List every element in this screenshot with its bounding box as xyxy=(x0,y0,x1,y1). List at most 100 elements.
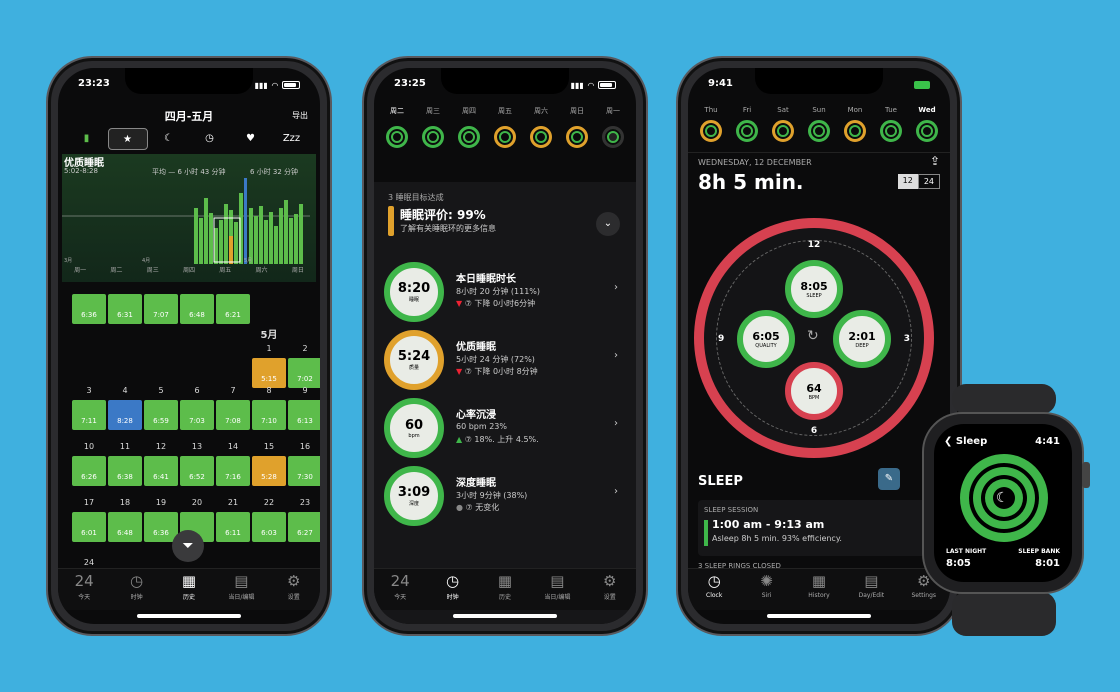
quality-ring[interactable]: 6:05 QUALITY xyxy=(737,310,795,368)
calendar-day[interactable]: 6:38 xyxy=(108,456,142,486)
sleep-session-card[interactable]: SLEEP SESSION 1:00 am - 9:13 am Asleep 8… xyxy=(698,500,940,556)
metric-row[interactable]: 60 bpm 心率沉浸 60 bpm 23% ▲ ⑦ 18%. 上升 4.5%. › xyxy=(384,398,622,464)
calendar-grid[interactable]: 6:36 6:31 7:07 6:48 6:21 5月 1 2 5:15 7:02 3 7:11 4 8:… xyxy=(58,68,320,608)
calendar-day[interactable]: 6:36 xyxy=(72,294,106,324)
bpm-ring[interactable]: 64 BPM xyxy=(785,362,843,420)
tab-settings[interactable]: ⚙ 设置 xyxy=(585,569,635,610)
tab-history[interactable]: ▦ 历史 xyxy=(480,569,530,610)
tab-day-edit[interactable]: ▤ 当日/编辑 xyxy=(532,569,582,610)
calendar-day[interactable]: 6:27 xyxy=(288,512,320,542)
tab-day-edit[interactable]: ▤ Day/Edit xyxy=(846,569,896,610)
day-ring[interactable] xyxy=(916,120,938,142)
tab-clock[interactable]: ◷ 时钟 xyxy=(428,569,478,610)
calendar-day[interactable]: 6:03 xyxy=(252,512,286,542)
sleep-heading: SLEEP xyxy=(698,474,743,489)
calendar-day[interactable]: 6:52 xyxy=(180,456,214,486)
metric-row[interactable]: 3:09 深度 深度睡眠 3小时 9分钟 (38%) ● ⑦ 无变化 › xyxy=(384,466,622,532)
chevron-right-icon: › xyxy=(614,350,618,361)
calendar-day[interactable]: 5:28 xyxy=(252,456,286,486)
tab-clock[interactable]: ◷ 时钟 xyxy=(112,569,162,610)
sleep-clock-dial[interactable]: 12 3 6 9 8:05 SLEEP 6:05 QUALITY 2:01 DEEP … xyxy=(694,218,934,458)
day-ring[interactable] xyxy=(386,126,408,148)
calendar-day[interactable]: 7:30 xyxy=(288,456,320,486)
edit-calendar-icon: ▤ xyxy=(234,572,249,590)
tab-siri[interactable]: ✺ Siri xyxy=(742,569,792,610)
sleep-ring[interactable]: 8:05 SLEEP xyxy=(785,260,843,318)
deep-ring[interactable]: 2:01 DEEP xyxy=(833,310,891,368)
phone-clock-en: 9:41 Thu Fri Sat Sun Mon Tue Wed WEDNESDAY, 12… xyxy=(676,56,962,636)
tab-history[interactable]: ▦ 历史 xyxy=(164,569,214,610)
tab-history[interactable]: ▦ History xyxy=(794,569,844,610)
calendar-day[interactable]: 7:11 xyxy=(72,400,106,430)
day-ring[interactable] xyxy=(808,120,830,142)
calendar-day[interactable]: 6:41 xyxy=(144,456,178,486)
calendar-day[interactable]: 6:26 xyxy=(72,456,106,486)
day-ring[interactable] xyxy=(844,120,866,142)
metric-detail: 5小时 24 分钟 (72%) xyxy=(456,355,535,364)
metric-row[interactable]: 8:20 睡眠 本日睡眠时长 8小时 20 分钟 (111%) ▼ ⑦ 下降 0小时6分… xyxy=(384,262,622,328)
metric-change: ▼ ⑦ 下降 0小时6分钟 xyxy=(456,298,535,309)
calendar-day[interactable]: 6:01 xyxy=(72,512,106,542)
chevron-down-icon[interactable]: ⌄ xyxy=(596,212,620,236)
tab-day-edit[interactable]: ▤ 当日/编辑 xyxy=(216,569,266,610)
calendar-day[interactable]: 8:28 xyxy=(108,400,142,430)
metric-row[interactable]: 5:24 质量 优质睡眠 5小时 24 分钟 (72%) ▼ ⑦ 下降 0小时 8分钟 › xyxy=(384,330,622,396)
home-indicator xyxy=(767,614,871,618)
calendar-day[interactable]: 7:02 xyxy=(288,358,320,388)
filter-icon[interactable]: ⏷ xyxy=(172,530,204,562)
hour-format-toggle[interactable]: 12 24 xyxy=(897,174,940,189)
day-ring[interactable] xyxy=(700,120,722,142)
tab-label: 设置 xyxy=(287,594,300,601)
week-days: Thu Fri Sat Sun Mon Tue Wed xyxy=(694,106,944,114)
tab-today[interactable]: 24 今天 xyxy=(59,569,109,610)
week-rings[interactable] xyxy=(380,126,630,148)
month-label: 5月 xyxy=(260,330,278,341)
calendar-day[interactable]: 7:10 xyxy=(252,400,286,430)
learn-more-link[interactable]: 了解有关睡眠环的更多信息 xyxy=(400,223,496,234)
calendar-day[interactable]: 6:21 xyxy=(216,294,250,324)
moon-day-icon[interactable] xyxy=(602,126,624,148)
tab-clock[interactable]: ◷ Clock xyxy=(689,569,739,610)
tab-bar: 24 今天 ◷ 时钟 ▦ 历史 ▤ 当日/编辑 ⚙ 设置 xyxy=(58,568,320,610)
watch-strap-top xyxy=(952,384,1056,414)
day-ring[interactable] xyxy=(736,120,758,142)
calendar-day[interactable]: 7:08 xyxy=(216,400,250,430)
format-12-button[interactable]: 12 xyxy=(897,174,918,189)
siri-icon: ✺ xyxy=(760,572,773,590)
calendar-day[interactable]: 7:07 xyxy=(144,294,178,324)
ring-unit: BPM xyxy=(808,394,820,401)
ring-value: 5:24 xyxy=(397,349,431,364)
edit-icon[interactable]: ✎ xyxy=(878,468,900,490)
ring-value: 2:01 xyxy=(848,329,876,343)
calendar-day[interactable]: 7:16 xyxy=(216,456,250,486)
hour-3: 3 xyxy=(903,334,910,344)
day-ring[interactable] xyxy=(458,126,480,148)
calendar-day[interactable]: 6:11 xyxy=(216,512,250,542)
format-24-button[interactable]: 24 xyxy=(917,174,940,189)
ring-value: 8:20 xyxy=(397,281,431,296)
day-label: 周二 xyxy=(390,107,404,115)
share-icon[interactable]: ⇪ xyxy=(930,154,940,168)
metric-title: 优质睡眠 xyxy=(456,342,496,353)
digital-crown[interactable] xyxy=(1082,462,1090,488)
tab-today[interactable]: 24 今天 xyxy=(375,569,425,610)
tab-settings[interactable]: ⚙ 设置 xyxy=(269,569,319,610)
day-ring[interactable] xyxy=(494,126,516,148)
calendar-day[interactable]: 6:31 xyxy=(108,294,142,324)
day-ring[interactable] xyxy=(772,120,794,142)
calendar-day[interactable]: 6:13 xyxy=(288,400,320,430)
calendar-day[interactable]: 7:03 xyxy=(180,400,214,430)
day-ring[interactable] xyxy=(530,126,552,148)
calendar-day[interactable]: 5:15 xyxy=(252,358,286,388)
week-rings[interactable] xyxy=(694,120,944,142)
watch-back-button[interactable]: ❮ Sleep xyxy=(944,436,987,447)
calendar-date: 14 xyxy=(227,442,239,451)
metric-change: ▼ ⑦ 下降 0小时 8分钟 xyxy=(456,366,538,377)
day-ring[interactable] xyxy=(880,120,902,142)
calendar-day[interactable]: 6:48 xyxy=(108,512,142,542)
calendar-day[interactable]: 6:48 xyxy=(180,294,214,324)
refresh-icon[interactable]: ↻ xyxy=(807,328,819,344)
day-ring[interactable] xyxy=(422,126,444,148)
day-ring[interactable] xyxy=(566,126,588,148)
calendar-day[interactable]: 6:59 xyxy=(144,400,178,430)
